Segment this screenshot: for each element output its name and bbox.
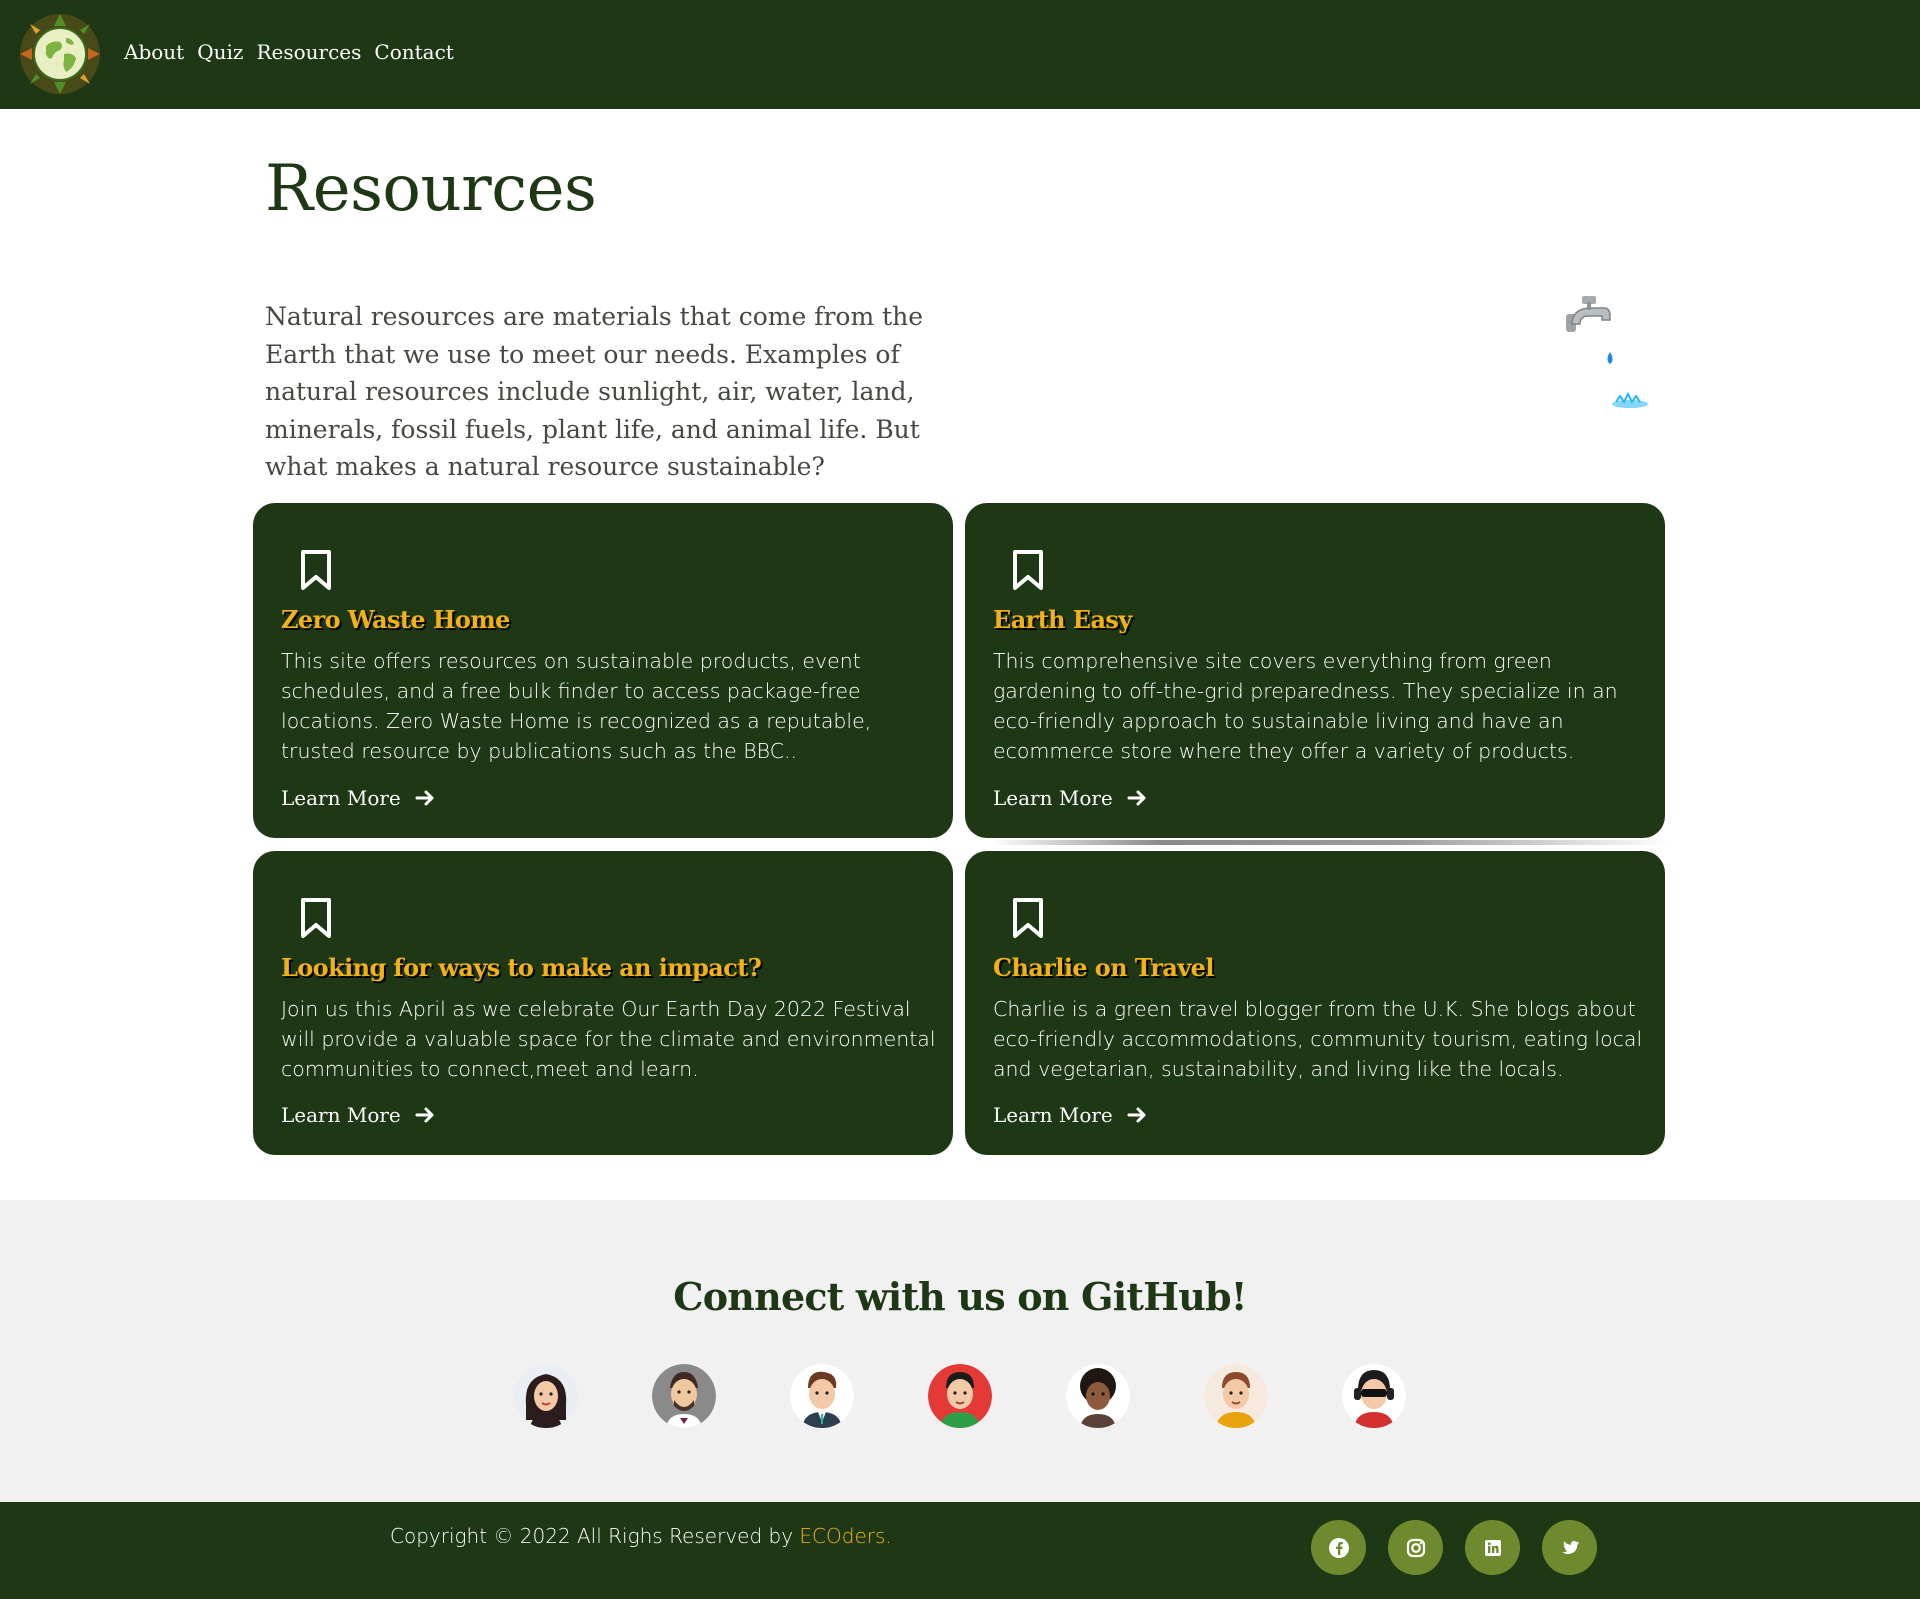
github-title: Connect with us on GitHub! [673, 1274, 1247, 1319]
resource-card-earth-easy: Earth Easy This comprehensive site cover… [965, 503, 1665, 838]
avatar-row [514, 1364, 1406, 1430]
page-title: Resources [265, 152, 597, 226]
learn-more-label: Learn More [993, 1103, 1113, 1127]
card-description: This comprehensive site covers everythin… [993, 649, 1618, 763]
arrow-right-icon [1127, 1107, 1146, 1123]
avatar-team-member-2[interactable] [652, 1364, 716, 1428]
navbar: About Quiz Resources Contact [0, 0, 1920, 109]
nav-link-resources[interactable]: Resources [256, 40, 361, 64]
facebook-button[interactable] [1311, 1520, 1366, 1575]
copyright-label: Copyright © 2022 All Righs Reserved by [390, 1524, 800, 1548]
main-nav: About Quiz Resources Contact [124, 40, 454, 64]
card-title: Looking for ways to make an impact? [281, 953, 762, 982]
github-section: Connect with us on GitHub! [0, 1200, 1920, 1502]
learn-more-link[interactable]: Learn More [993, 1103, 1147, 1127]
avatar-team-member-4[interactable] [928, 1364, 992, 1428]
avatar-team-member-3[interactable] [790, 1364, 854, 1428]
resource-card-charlie-on-travel: Charlie on Travel Charlie is a green tra… [965, 851, 1665, 1155]
resource-card-zero-waste-home: Zero Waste Home This site offers resourc… [253, 503, 953, 838]
resource-card-earth-day-festival: Looking for ways to make an impact? Join… [253, 851, 953, 1155]
learn-more-label: Learn More [281, 1103, 401, 1127]
card-title: Zero Waste Home [281, 605, 510, 634]
faucet-icon [1566, 296, 1648, 408]
learn-more-link[interactable]: Learn More [993, 786, 1147, 810]
card-description: Charlie is a green travel blogger from t… [993, 997, 1643, 1081]
bookmark-icon[interactable] [1011, 897, 1045, 939]
avatar-team-member-6[interactable] [1204, 1364, 1268, 1428]
learn-more-link[interactable]: Learn More [281, 786, 435, 810]
linkedin-button[interactable] [1465, 1520, 1520, 1575]
facebook-icon [1328, 1537, 1349, 1558]
bookmark-icon[interactable] [299, 549, 333, 591]
instagram-button[interactable] [1388, 1520, 1443, 1575]
nav-link-contact[interactable]: Contact [374, 40, 453, 64]
intro-paragraph: Natural resources are materials that com… [265, 302, 924, 481]
card-title: Earth Easy [993, 605, 1132, 634]
bookmark-icon[interactable] [299, 897, 333, 939]
arrow-right-icon [415, 1107, 434, 1123]
footer: Copyright © 2022 All Righs Reserved by E… [0, 1502, 1920, 1599]
bookmark-icon[interactable] [1011, 549, 1045, 591]
card-hover-shadow [990, 840, 1670, 845]
nav-link-about[interactable]: About [124, 40, 184, 64]
social-links [1311, 1520, 1597, 1575]
earth-logo-icon[interactable] [16, 10, 104, 98]
nav-link-quiz[interactable]: Quiz [197, 40, 243, 64]
twitter-icon [1561, 1540, 1579, 1554]
card-description: Join us this April as we celebrate Our E… [281, 997, 936, 1081]
avatar-team-member-5[interactable] [1066, 1364, 1130, 1428]
card-title: Charlie on Travel [993, 953, 1214, 982]
arrow-right-icon [415, 790, 434, 806]
learn-more-label: Learn More [993, 786, 1113, 810]
brand-link[interactable]: ECOders. [799, 1524, 891, 1548]
twitter-button[interactable] [1542, 1520, 1597, 1575]
avatar-team-member-7[interactable] [1342, 1364, 1406, 1428]
card-description: This site offers resources on sustainabl… [281, 649, 872, 763]
learn-more-label: Learn More [281, 786, 401, 810]
learn-more-link[interactable]: Learn More [281, 1103, 435, 1127]
copyright-text: Copyright © 2022 All Righs Reserved by E… [390, 1524, 892, 1548]
linkedin-icon [1484, 1539, 1501, 1556]
avatar-team-member-1[interactable] [514, 1364, 578, 1428]
instagram-icon [1406, 1538, 1425, 1557]
arrow-right-icon [1127, 790, 1146, 806]
